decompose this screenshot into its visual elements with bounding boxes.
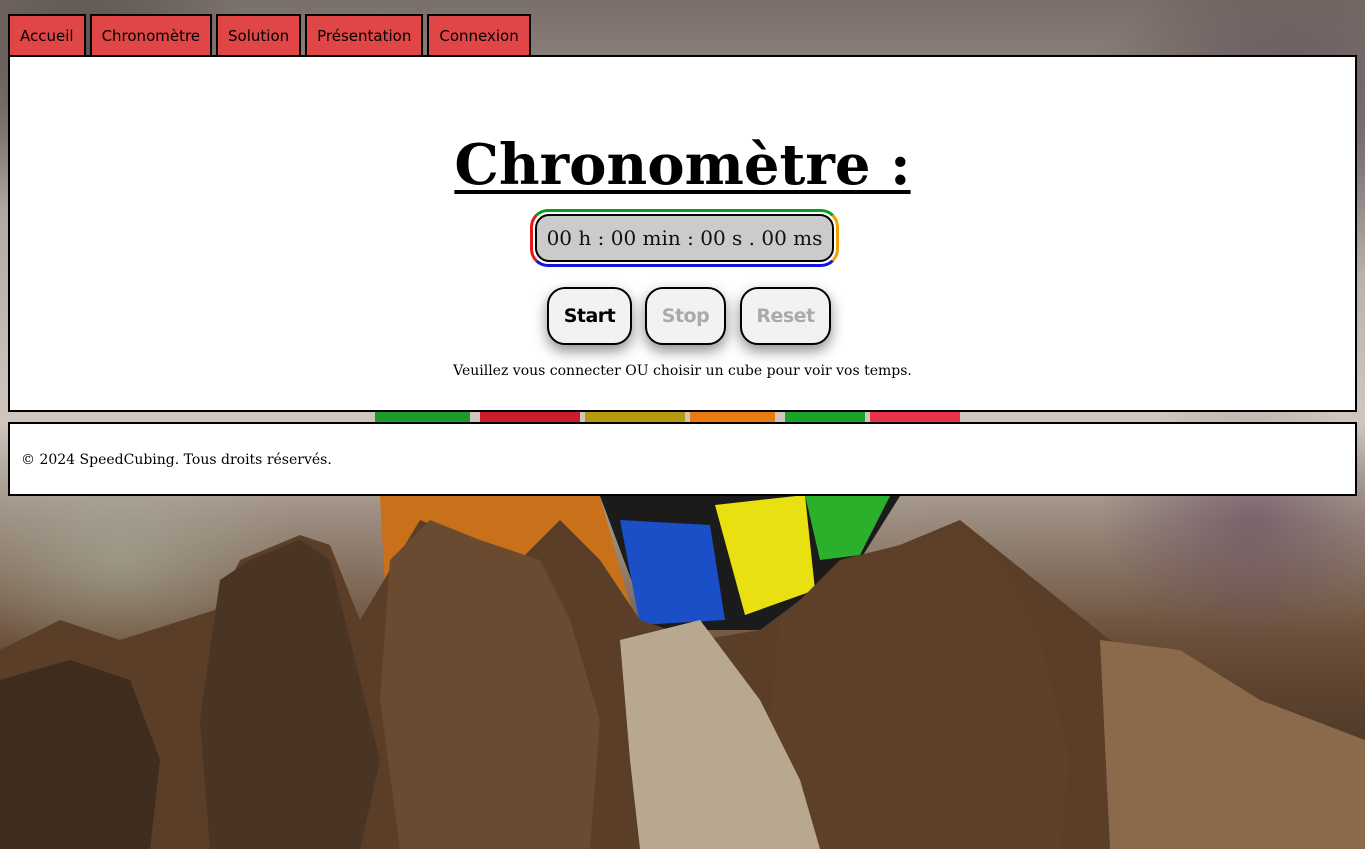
nav-item-connexion[interactable]: Connexion — [427, 14, 531, 55]
footer: © 2024 SpeedCubing. Tous droits réservés… — [8, 422, 1357, 496]
timer-frame: 00 h : 00 min : 00 s . 00 ms — [530, 209, 839, 267]
copyright-text: © 2024 SpeedCubing. Tous droits réservés… — [21, 452, 332, 468]
timer-display: 00 h : 00 min : 00 s . 00 ms — [535, 214, 834, 262]
login-hint-message: Veuillez vous connecter OU choisir un cu… — [453, 363, 912, 379]
page-title: Chronomètre : — [10, 137, 1355, 193]
nav-item-chronometre[interactable]: Chronomètre — [89, 14, 213, 55]
nav-item-solution[interactable]: Solution — [216, 14, 302, 55]
page-title-text: Chronomètre : — [454, 131, 911, 198]
main-nav: Accueil Chronomètre Solution Présentatio… — [8, 14, 531, 55]
nav-item-presentation[interactable]: Présentation — [305, 14, 424, 55]
start-button[interactable]: Start — [547, 287, 632, 345]
nav-item-accueil[interactable]: Accueil — [8, 14, 86, 55]
stop-button[interactable]: Stop — [645, 287, 726, 345]
reset-button[interactable]: Reset — [740, 287, 831, 345]
chronometer-panel: Chronomètre : 00 h : 00 min : 00 s . 00 … — [8, 55, 1357, 412]
